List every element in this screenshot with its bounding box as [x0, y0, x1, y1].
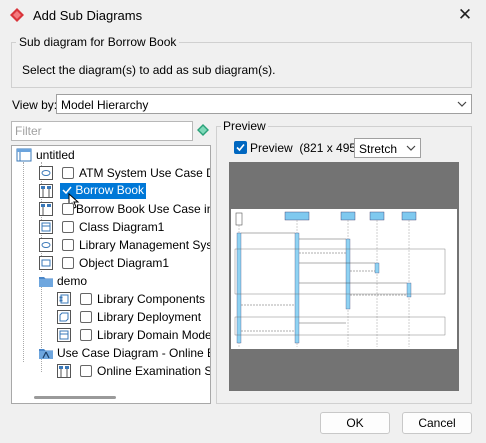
use-case-diagram-icon — [39, 238, 53, 252]
tree-item-label: Online Examination Syst — [97, 364, 210, 378]
group-description: Select the diagram(s) to add as sub diag… — [22, 63, 276, 77]
tree-item-checkbox[interactable] — [62, 203, 74, 215]
title-bar: Add Sub Diagrams ✕ — [0, 0, 486, 32]
view-by-value: Model Hierarchy — [61, 98, 149, 112]
class-diagram-icon — [57, 328, 71, 342]
preview-mode-select[interactable]: Stretch — [354, 138, 421, 158]
tree-item-label: ATM System Use Case Diagr — [79, 166, 210, 180]
close-button[interactable]: ✕ — [450, 2, 480, 28]
tree-item[interactable]: Class Diagram1 — [34, 218, 210, 236]
tree-item-label: Borrow Book — [75, 183, 145, 197]
filter-input[interactable]: Filter — [11, 121, 193, 141]
use-case-diagram-icon — [39, 166, 53, 180]
tree-item-label: Class Diagram1 — [79, 220, 165, 234]
tree-item[interactable]: Library Management System — [34, 236, 211, 254]
tree-item[interactable]: Library Domain Model — [52, 326, 211, 344]
object-diagram-icon — [39, 256, 53, 270]
tree-item-checkbox[interactable] — [62, 221, 74, 233]
window-title: Add Sub Diagrams — [33, 8, 143, 23]
diagram-drawing — [234, 211, 446, 347]
tree-item[interactable]: Online Examination Syst — [52, 362, 210, 380]
tree-item-label: Library Components — [97, 292, 206, 306]
tree-item[interactable]: Object Diagram1 — [34, 254, 210, 272]
filter-diamond-icon[interactable] — [197, 124, 209, 136]
tree-item-checkbox[interactable] — [62, 167, 74, 179]
tree-item[interactable]: Library Deployment — [52, 308, 210, 326]
tree-item-label: Library Management System — [79, 238, 211, 252]
tree-folder-use-case[interactable]: Use Case Diagram - Online Exam — [34, 344, 210, 362]
ok-button[interactable]: OK — [320, 412, 390, 434]
preview-label: Preview (821 x 495) — [250, 141, 360, 155]
preview-checkbox-label: Preview — [250, 141, 293, 155]
diagram-tree[interactable]: untitled ATM System Use Case Diagr Borro… — [11, 145, 211, 404]
tree-item-label: Library Domain Model — [97, 328, 211, 342]
view-by-select[interactable]: Model Hierarchy — [56, 94, 472, 114]
tree-item-selected[interactable]: Borrow Book — [34, 182, 210, 209]
view-by-label: View by: — [12, 98, 58, 112]
preview-legend: Preview — [221, 119, 268, 133]
filter-placeholder: Filter — [15, 124, 42, 138]
chevron-down-icon — [457, 101, 467, 107]
tree-root-label: untitled — [36, 148, 75, 162]
cancel-button[interactable]: Cancel — [402, 412, 472, 434]
project-icon — [16, 148, 32, 162]
preview-mode-value: Stretch — [359, 142, 398, 156]
tree-item[interactable]: Borrow Book Use Case in Lib — [34, 200, 210, 218]
deployment-diagram-icon — [57, 310, 71, 324]
preview-canvas — [229, 162, 459, 391]
folder-icon — [39, 277, 53, 287]
horizontal-scrollbar[interactable] — [34, 396, 116, 399]
sequence-diagram-icon — [39, 184, 53, 198]
tree-folder-label: Use Case Diagram - Online Exam — [57, 346, 210, 360]
tree-item-checkbox[interactable] — [80, 329, 92, 341]
tree-item[interactable]: ATM System Use Case Diagr — [34, 164, 210, 182]
preview-checkbox[interactable] — [234, 141, 247, 154]
chevron-down-icon — [406, 145, 416, 151]
tree-folder-demo[interactable]: demo — [34, 272, 210, 290]
tree-item[interactable]: Library Components — [52, 290, 210, 308]
tree-root[interactable]: untitled — [14, 146, 204, 164]
tree-item-label: Library Deployment — [97, 310, 202, 324]
tree-item-label: Borrow Book Use Case in Lib — [76, 202, 210, 216]
sequence-diagram-icon — [57, 364, 71, 378]
sequence-diagram-thumbnail — [231, 209, 457, 349]
tree-item-checkbox[interactable] — [62, 257, 74, 269]
close-icon: ✕ — [457, 5, 473, 24]
class-diagram-icon — [39, 220, 53, 234]
tree-item-label: Object Diagram1 — [79, 256, 170, 270]
check-icon — [236, 143, 245, 152]
model-folder-icon — [39, 349, 53, 359]
component-diagram-icon — [57, 292, 71, 306]
group-legend: Sub diagram for Borrow Book — [16, 35, 180, 49]
tree-item-checkbox[interactable] — [80, 293, 92, 305]
tree-folder-label: demo — [57, 274, 88, 288]
sequence-diagram-icon — [39, 202, 53, 216]
tree-item-checkbox[interactable] — [80, 365, 92, 377]
sub-diagram-group: Sub diagram for Borrow Book Select the d… — [11, 35, 472, 88]
tree-item-checkbox[interactable] — [80, 311, 92, 323]
app-logo-icon — [10, 8, 24, 22]
tree-item-checkbox[interactable] — [62, 239, 74, 251]
preview-dimensions: (821 x 495) — [299, 141, 361, 155]
